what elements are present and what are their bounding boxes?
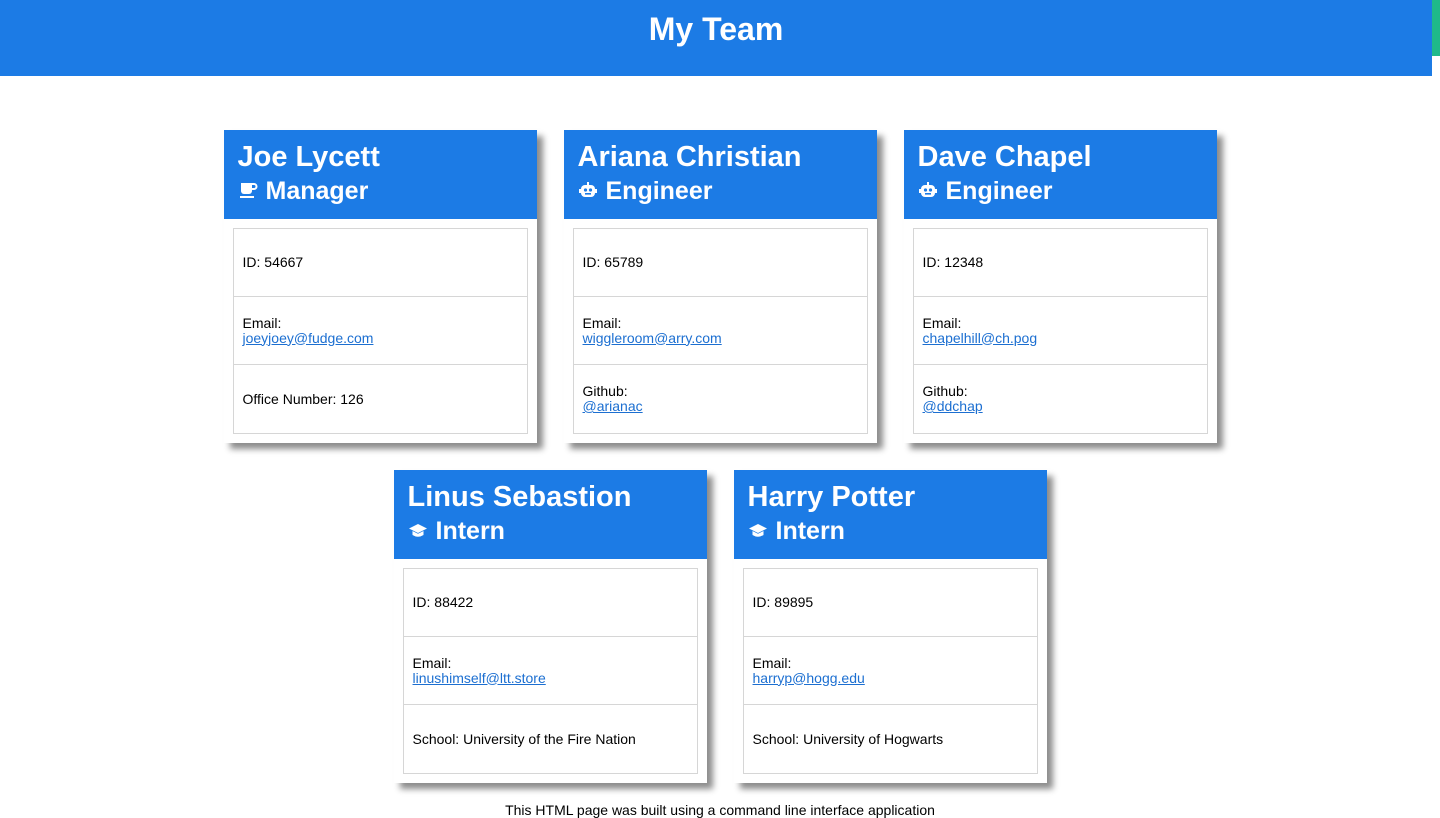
- page-footer: This HTML page was built using a command…: [505, 802, 935, 818]
- id-item: ID: 65789: [573, 229, 867, 297]
- card-body: ID: 88422 Email: linushimself@ltt.store …: [394, 559, 707, 783]
- email-link[interactable]: linushimself@ltt.store: [413, 670, 688, 686]
- employee-card: Ariana Christian Engineer ID: 65789 Emai…: [563, 130, 877, 443]
- employee-card: Linus Sebastion Intern ID: 88422 Email: …: [393, 470, 707, 783]
- coffee-icon: [238, 181, 258, 201]
- school-text: School: University of Hogwarts: [752, 730, 944, 747]
- employee-role: Intern: [748, 516, 1033, 546]
- github-link[interactable]: @ddchap: [923, 399, 1198, 414]
- id-item: ID: 88422: [403, 569, 697, 637]
- id-text: ID: 54667: [242, 254, 304, 270]
- id-item: ID: 12348: [913, 229, 1207, 297]
- graduation-cap-icon: [408, 521, 428, 541]
- email-item: Email: joeyjoey@fudge.com: [233, 297, 527, 365]
- role-label: Engineer: [605, 177, 713, 205]
- role-label: Intern: [435, 517, 505, 545]
- email-link[interactable]: harryp@hogg.edu: [753, 670, 1028, 686]
- role-label: Intern: [775, 517, 845, 545]
- id-text: ID: 88422: [412, 594, 474, 610]
- employee-name: Joe Lycett: [237, 141, 380, 173]
- scrollbar-edge: [1432, 0, 1440, 56]
- email-label: Email:: [582, 314, 622, 331]
- info-list: ID: 89895 Email: harryp@hogg.edu School:…: [742, 568, 1038, 774]
- employee-name: Linus Sebastion: [407, 481, 632, 513]
- email-label: Email:: [412, 654, 452, 671]
- github-item: Github: @arianac: [574, 365, 867, 433]
- info-list: ID: 88422 Email: linushimself@ltt.store …: [402, 568, 698, 774]
- employee-card: Dave Chapel Engineer ID: 12348 Email: ch…: [903, 130, 1217, 443]
- email-label: Email:: [922, 314, 962, 331]
- card-body: ID: 89895 Email: harryp@hogg.edu School:…: [734, 559, 1047, 783]
- school-item: School: University of the Fire Nation: [404, 705, 697, 773]
- card-body: ID: 12348 Email: chapelhill@ch.pog Githu…: [904, 219, 1217, 443]
- email-link[interactable]: chapelhill@ch.pog: [923, 330, 1198, 346]
- id-text: ID: 12348: [922, 254, 984, 270]
- card-body: ID: 65789 Email: wiggleroom@arry.com Git…: [564, 219, 877, 443]
- info-list: ID: 54667 Email: joeyjoey@fudge.com Offi…: [232, 228, 528, 434]
- email-item: Email: linushimself@ltt.store: [403, 637, 697, 705]
- employee-role: Engineer: [578, 176, 863, 206]
- graduation-cap-icon: [748, 521, 768, 541]
- employee-name: Ariana Christian: [577, 141, 802, 173]
- email-item: Email: chapelhill@ch.pog: [913, 297, 1207, 365]
- github-link[interactable]: @arianac: [583, 399, 858, 414]
- employee-role: Intern: [408, 516, 693, 546]
- info-list: ID: 65789 Email: wiggleroom@arry.com Git…: [572, 228, 868, 434]
- school-item: School: University of Hogwarts: [744, 705, 1037, 773]
- id-item: ID: 89895: [743, 569, 1037, 637]
- team-row-1: Joe Lycett Manager ID: 54667 Email: joey…: [0, 130, 1440, 443]
- card-header: Dave Chapel Engineer: [903, 130, 1217, 219]
- id-text: ID: 89895: [752, 594, 814, 610]
- employee-role: Engineer: [918, 176, 1203, 206]
- github-label: Github:: [922, 383, 968, 399]
- page-title: My Team: [648, 10, 784, 47]
- employee-role: Manager: [238, 176, 523, 206]
- card-header: Linus Sebastion Intern: [393, 470, 707, 559]
- email-item: Email: wiggleroom@arry.com: [573, 297, 867, 365]
- email-link[interactable]: wiggleroom@arry.com: [583, 330, 858, 346]
- email-label: Email:: [242, 314, 282, 331]
- card-body: ID: 54667 Email: joeyjoey@fudge.com Offi…: [224, 219, 537, 443]
- employee-name: Dave Chapel: [917, 141, 1092, 173]
- email-link[interactable]: joeyjoey@fudge.com: [243, 330, 518, 346]
- email-item: Email: harryp@hogg.edu: [743, 637, 1037, 705]
- employee-name: Harry Potter: [747, 481, 916, 513]
- card-header: Joe Lycett Manager: [223, 130, 537, 219]
- role-label: Engineer: [945, 177, 1053, 205]
- github-item: Github: @ddchap: [914, 365, 1207, 433]
- school-text: School: University of the Fire Nation: [412, 730, 636, 747]
- office-number-item: Office Number: 126: [234, 365, 527, 433]
- card-header: Harry Potter Intern: [733, 470, 1047, 559]
- employee-card: Harry Potter Intern ID: 89895 Email: har…: [733, 470, 1047, 783]
- employee-card: Joe Lycett Manager ID: 54667 Email: joey…: [223, 130, 537, 443]
- github-label: Github:: [582, 383, 628, 399]
- team-row-2: Linus Sebastion Intern ID: 88422 Email: …: [0, 470, 1440, 783]
- role-label: Manager: [265, 177, 369, 205]
- info-list: ID: 12348 Email: chapelhill@ch.pog Githu…: [912, 228, 1208, 434]
- email-label: Email:: [752, 654, 792, 671]
- page-header: My Team: [0, 0, 1432, 76]
- id-text: ID: 65789: [582, 254, 644, 270]
- card-header: Ariana Christian Engineer: [563, 130, 877, 219]
- office-number-text: Office Number: 126: [242, 390, 364, 407]
- robot-icon: [578, 181, 598, 201]
- robot-icon: [918, 181, 938, 201]
- id-item: ID: 54667: [233, 229, 527, 297]
